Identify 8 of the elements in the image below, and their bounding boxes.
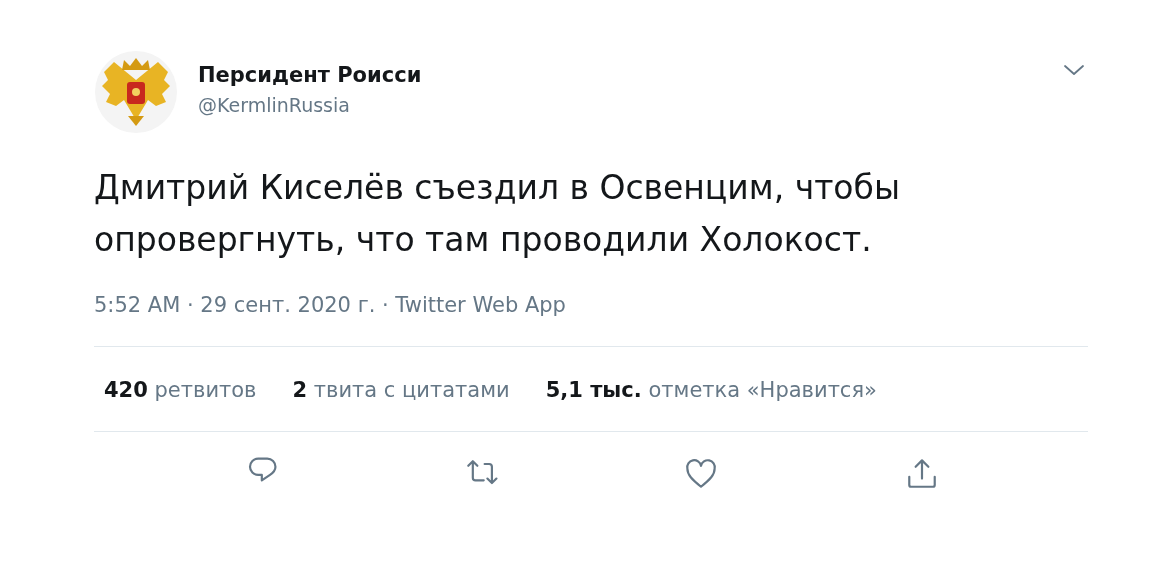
stat-link[interactable]: 420 ретвитов [104,375,257,405]
stat-link[interactable]: 5,1 тыс. отметка «Нравится» [545,375,877,405]
author-name[interactable]: Персидент Роисси [198,60,1062,90]
tweet-timestamp[interactable]: 5:52 AM · 29 сент. 2020 г. · Twitter Web App [94,290,1088,320]
eagle-emblem-icon[interactable] [94,50,178,134]
author-handle[interactable]: @KermlinRussia [198,90,1062,120]
tweet-text: Дмитрий Киселёв съездил в Освенцим, чтобы опровергнуть, что там проводили Холокост. [94,167,901,261]
stat-link[interactable]: 2 твита с цитатами [292,375,510,405]
